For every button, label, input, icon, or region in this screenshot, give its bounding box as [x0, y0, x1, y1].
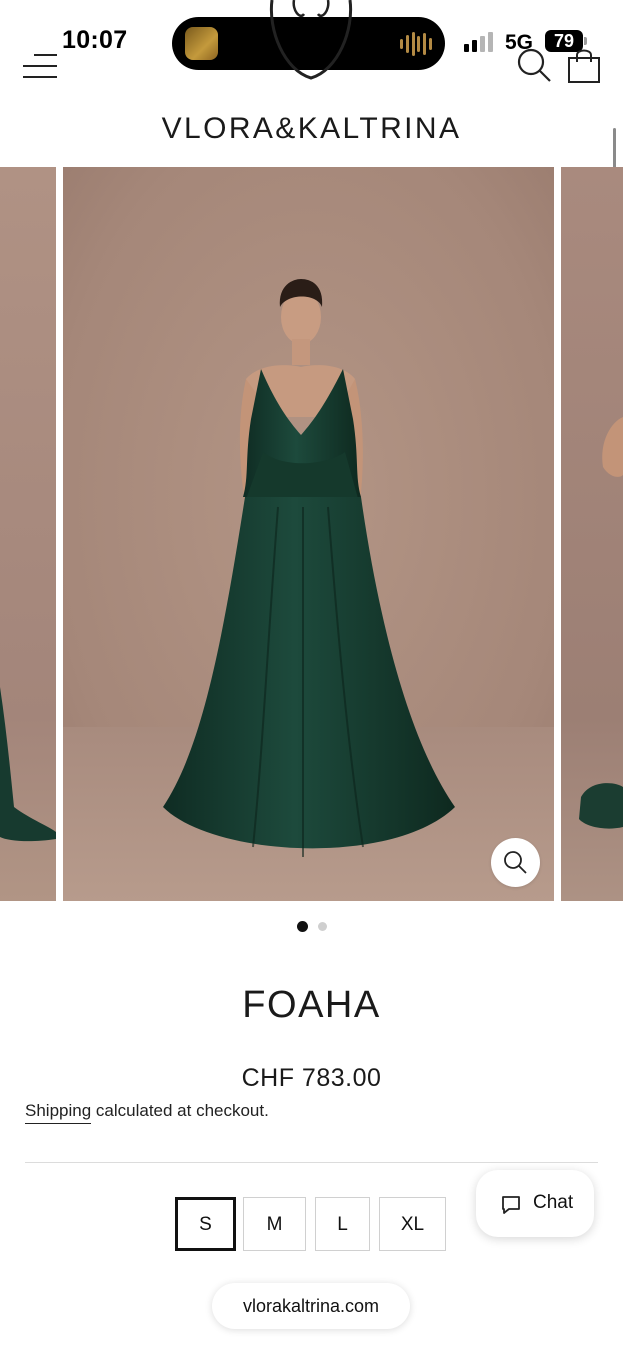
brand-wordmark[interactable]: VLORA&KALTRINA [0, 112, 623, 146]
zoom-button[interactable] [491, 838, 540, 887]
pagination-dot-1[interactable] [296, 921, 308, 933]
pagination-dot-2[interactable] [317, 922, 327, 932]
status-time: 10:07 [62, 26, 128, 54]
gallery-slide-previous[interactable] [0, 167, 56, 901]
gallery-pagination [0, 918, 623, 933]
product-title: FOAHA [242, 984, 381, 1026]
audio-wave-icon [400, 30, 432, 57]
gallery-slide-current[interactable] [63, 167, 554, 901]
island-app-icon [185, 27, 218, 60]
cart-icon[interactable] [566, 46, 602, 84]
shipping-note-text: calculated at checkout. [91, 1101, 269, 1120]
gallery-slide-next[interactable] [561, 167, 623, 901]
chat-bubble-icon [502, 1196, 520, 1214]
size-option-s[interactable]: S [175, 1197, 236, 1251]
signal-icon [464, 32, 495, 52]
product-gallery[interactable] [0, 167, 623, 901]
shipping-note: Shipping calculated at checkout. [25, 1101, 269, 1124]
search-icon[interactable] [516, 47, 552, 83]
size-option-l[interactable]: L [315, 1197, 370, 1251]
product-price: CHF 783.00 [241, 1064, 382, 1092]
divider [25, 1162, 598, 1163]
zoom-icon [504, 851, 527, 874]
chat-button[interactable]: Chat [476, 1170, 594, 1237]
chat-label: Chat [533, 1192, 574, 1213]
menu-icon[interactable] [22, 52, 58, 80]
size-option-m[interactable]: M [243, 1197, 306, 1251]
size-option-xl[interactable]: XL [379, 1197, 446, 1251]
browser-url-bar[interactable]: vlorakaltrina.com [212, 1283, 410, 1329]
logo-emblem-icon [264, 0, 358, 82]
shipping-link[interactable]: Shipping [25, 1101, 92, 1124]
